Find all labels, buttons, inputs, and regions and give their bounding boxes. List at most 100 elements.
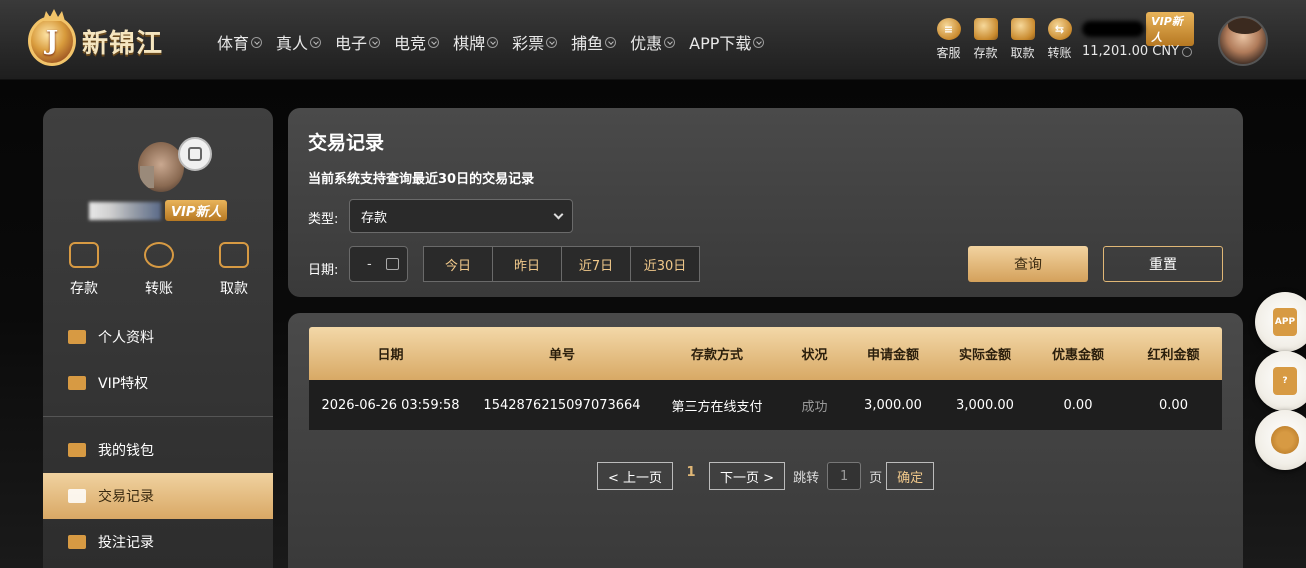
tool-label: 转账 [1047,46,1072,60]
nav-label: 真人 [276,34,309,53]
column-header: 存款方式 [690,348,743,363]
next-page-button[interactable]: 下一页 > [709,462,786,490]
reset-button[interactable]: 重置 [1103,246,1223,282]
nav-item-sports[interactable]: 体育 [217,30,263,54]
top-header: J 新锦江 体育 真人 电子 电竞 棋牌 彩票 捕鱼 优惠 APP下载 ≡ 客服… [0,0,1306,80]
sidebar-item-wallet[interactable]: 我的钱包 [43,427,273,473]
cell-status: 成功 [801,399,828,415]
balance-value: 11,201.00 CNY [1082,44,1180,59]
nav-item-live[interactable]: 真人 [276,30,322,54]
date-range-value: - [367,256,372,272]
sidebar-item-bets[interactable]: 投注记录 [43,519,273,565]
nav-item-lottery[interactable]: 彩票 [512,30,558,54]
jump-confirm-button[interactable]: 确定 [886,462,935,490]
query-button[interactable]: 查询 [968,246,1088,282]
range-30days-button[interactable]: 近30日 [630,246,700,282]
nav-item-esports[interactable]: 电竞 [394,30,440,54]
cell-deposit-method: 第三方在线支付 [671,399,763,415]
date-range-input[interactable]: - [349,246,408,282]
sidebar-transfer-button[interactable]: 转账 [134,242,184,298]
help-float-button[interactable]: ? [1255,351,1306,411]
customer-service-button[interactable]: ≡ 客服 [930,18,967,61]
current-page[interactable]: 1 [673,465,709,480]
logo-text: 新锦江 [82,28,164,59]
chevron-down-icon [428,36,440,48]
wallet-icon [69,242,99,268]
nav-item-cards[interactable]: 棋牌 [453,30,499,54]
chevron-down-icon [487,36,499,48]
nav-item-promotions[interactable]: 优惠 [630,30,676,54]
cell-actual-amount: 3,000.00 [956,397,1014,413]
redacted-username [1082,21,1145,37]
vip-card-icon [68,376,86,390]
cell-requested-amount: 3,000.00 [864,397,922,413]
jump-page-input[interactable]: 1 [827,462,862,490]
page-unit-label: 页 [869,470,883,486]
nav-label: 捕鱼 [571,34,604,53]
card-icon [219,242,249,268]
profile-name: VIP新人 [89,200,228,221]
chevron-down-icon [605,36,617,48]
customer-service-float-button[interactable] [1255,410,1306,470]
sidebar-item-label: 我的钱包 [98,443,154,459]
table-header: 日期 单号 存款方式 状况 申请金额 实际金额 优惠金额 红利金额 [309,327,1222,380]
column-header: 红利金额 [1147,348,1200,363]
document-icon [68,489,86,503]
range-yesterday-button[interactable]: 昨日 [492,246,562,282]
withdraw-button[interactable]: 取款 [1004,18,1041,61]
sidebar-withdraw-button[interactable]: 取款 [209,242,259,298]
withdraw-icon [1010,18,1035,40]
app-download-float-button[interactable]: APP [1255,292,1306,352]
nav-item-app-download[interactable]: APP下载 [689,30,765,54]
column-header: 单号 [548,348,575,363]
wallet-icon [973,18,998,40]
type-select[interactable]: 存款 [349,199,573,233]
column-header: 申请金额 [866,348,919,363]
avatar[interactable] [1218,16,1268,66]
account-name: VIP新人 [1082,12,1194,46]
edit-profile-button[interactable] [178,137,212,171]
sidebar-item-profile[interactable]: 个人资料 [43,314,273,360]
sidebar-item-label: 交易记录 [98,489,154,505]
table-row: 2026-06-26 03:59:58 1542876215097073664 … [309,380,1222,430]
tool-label: 取款 [1010,46,1035,60]
sidebar-item-transactions[interactable]: 交易记录 [43,473,273,519]
account-summary[interactable]: VIP新人 11,201.00 CNY [1082,12,1194,59]
sidebar-item-vip[interactable]: VIP特权 [43,360,273,406]
logo-letter: J [45,26,59,56]
sidebar-item-label: VIP特权 [98,376,149,392]
redacted-username [89,201,161,220]
app-download-icon: APP [1273,308,1297,336]
prev-page-button[interactable]: < 上一页 [597,462,674,490]
type-label: 类型: [308,212,339,227]
nav-label: 电竞 [394,34,427,53]
range-7days-button[interactable]: 近7日 [561,246,631,282]
chevron-down-icon [310,36,322,48]
nav-item-fishing[interactable]: 捕鱼 [571,30,617,54]
logo-badge-icon: J [28,9,76,66]
calendar-icon [386,258,399,270]
balance-dropdown[interactable]: 11,201.00 CNY [1082,44,1194,59]
quick-label: 转账 [145,281,173,297]
nav-label: 优惠 [630,34,663,53]
deposit-button[interactable]: 存款 [967,18,1004,61]
user-sidebar: VIP新人 存款 转账 取款 个人资料 VIP特权 我的钱包 交易记录 投注记录 [43,108,273,568]
sidebar-deposit-button[interactable]: 存款 [59,242,109,298]
chevron-down-icon [553,209,564,220]
header-tools: ≡ 客服 存款 取款 ⇆ 转账 [930,18,1078,61]
crown-icon [43,9,65,21]
nav-item-slots[interactable]: 电子 [335,30,381,54]
pixelated-region [140,166,154,188]
cell-order-number: 1542876215097073664 [483,397,641,413]
site-logo[interactable]: J 新锦江 [28,9,188,70]
tool-label: 客服 [936,46,961,60]
column-header: 实际金额 [958,348,1011,363]
transfer-button[interactable]: ⇆ 转账 [1041,18,1078,61]
quick-label: 取款 [220,281,248,297]
sidebar-item-label: 投注记录 [98,535,154,551]
chevron-down-icon [1182,46,1193,57]
sidebar-item-label: 个人资料 [98,330,154,346]
nav-label: 体育 [217,34,250,53]
range-today-button[interactable]: 今日 [423,246,493,282]
type-select-value: 存款 [361,210,388,226]
